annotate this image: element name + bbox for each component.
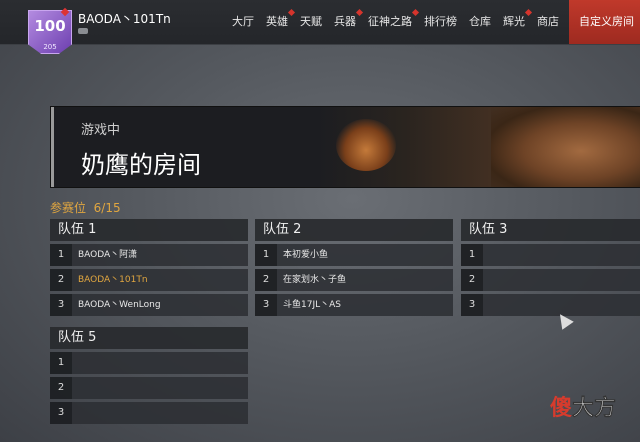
nav-label: 商店 <box>537 15 559 28</box>
slot-number: 1 <box>50 352 72 374</box>
watermark: 傻大方 <box>550 390 616 422</box>
team-slot[interactable]: 2 <box>50 377 248 399</box>
nav-label: 辉光 <box>503 15 525 28</box>
team-slot[interactable]: 2 BAODA丶101Tn <box>50 269 248 291</box>
player-level-badge[interactable]: 100 205 <box>28 10 72 54</box>
player-status-icons <box>78 28 88 34</box>
player-name: 斗鱼17JL丶AS <box>283 300 341 310</box>
team-slot[interactable]: 2 在家划水丶子鱼 <box>255 269 453 291</box>
slot-number: 3 <box>461 294 483 316</box>
team-slot[interactable]: 1 <box>50 352 248 374</box>
player-name-self: BAODA丶101Tn <box>78 275 148 285</box>
team-1-panel: 队伍 1 1 BAODA丶阿潇 2 BAODA丶101Tn 3 BAODA丶We… <box>50 219 248 319</box>
player-name: 本初爱小鱼 <box>283 250 329 260</box>
nav-storage[interactable]: 仓库 <box>463 0 497 44</box>
player-name: 在家划水丶子鱼 <box>283 275 347 285</box>
banner-accent <box>51 107 54 187</box>
nav-label: 征神之路 <box>368 15 412 28</box>
watermark-part1: 傻 <box>550 396 573 421</box>
nav-label: 排行榜 <box>424 15 457 28</box>
nav-label: 自定义房间 <box>579 15 634 28</box>
nav-label: 仓库 <box>469 15 491 28</box>
nav-label: 大厅 <box>232 15 254 28</box>
slot-count: 参赛位 6/15 <box>50 199 121 216</box>
slot-number: 1 <box>50 244 72 266</box>
player-level: 100 <box>34 17 66 35</box>
nav-heroes[interactable]: 英雄 <box>260 0 296 44</box>
team-slot[interactable]: 1 <box>461 244 640 266</box>
nav-label: 兵器 <box>334 15 356 28</box>
top-bar: 100 205 BAODA丶101Tn 大厅 英雄 天赋 兵器 征神之路 排行榜… <box>0 0 640 54</box>
team-slot[interactable]: 3 <box>50 402 248 424</box>
status-icon <box>78 28 88 34</box>
slot-number: 3 <box>50 402 72 424</box>
team-slot[interactable]: 1 BAODA丶阿潇 <box>50 244 248 266</box>
team-slot[interactable]: 3 <box>461 294 640 316</box>
player-name: BAODA丶阿潇 <box>78 250 138 260</box>
nav-custom-room[interactable]: 自定义房间 <box>569 0 640 44</box>
team-5-panel: 队伍 5 1 2 3 <box>50 327 248 427</box>
nav-label: 英雄 <box>266 15 288 28</box>
team-2-panel: 队伍 2 1 本初爱小鱼 2 在家划水丶子鱼 3 斗鱼17JL丶AS <box>255 219 453 319</box>
room-status: 游戏中 <box>81 123 121 138</box>
main-nav: 大厅 英雄 天赋 兵器 征神之路 排行榜 仓库 辉光 商店 自定义房间 <box>226 0 640 44</box>
team-header[interactable]: 队伍 5 <box>50 327 248 349</box>
slot-number: 2 <box>255 269 277 291</box>
team-slot[interactable]: 3 BAODA丶WenLong <box>50 294 248 316</box>
statue-artwork <box>491 107 640 187</box>
player-sub-level: 205 <box>43 43 57 51</box>
nav-shop[interactable]: 商店 <box>531 0 565 44</box>
slot-number: 1 <box>255 244 277 266</box>
nav-glow[interactable]: 辉光 <box>497 0 533 44</box>
slot-number: 2 <box>50 377 72 399</box>
team-header[interactable]: 队伍 3 <box>461 219 640 241</box>
room-banner: 游戏中 奶鹰的房间 <box>50 106 640 188</box>
slot-number: 1 <box>461 244 483 266</box>
watermark-part2: 大方 <box>572 396 617 422</box>
slot-number: 3 <box>255 294 277 316</box>
team-3-panel: 队伍 3 1 2 3 <box>461 219 640 319</box>
team-slot[interactable]: 2 <box>461 269 640 291</box>
nav-leaderboard[interactable]: 排行榜 <box>418 0 463 44</box>
slot-count-label: 参赛位 <box>50 201 87 215</box>
slot-number: 2 <box>50 269 72 291</box>
nav-weapons[interactable]: 兵器 <box>328 0 364 44</box>
team-header[interactable]: 队伍 2 <box>255 219 453 241</box>
player-name: BAODA丶WenLong <box>78 300 161 310</box>
nav-talents[interactable]: 天赋 <box>294 0 328 44</box>
team-slot[interactable]: 3 斗鱼17JL丶AS <box>255 294 453 316</box>
lotus-artwork-icon <box>336 119 396 171</box>
team-slot[interactable]: 1 本初爱小鱼 <box>255 244 453 266</box>
slot-count-value: 6/15 <box>93 201 121 215</box>
slot-number: 3 <box>50 294 72 316</box>
team-header[interactable]: 队伍 1 <box>50 219 248 241</box>
nav-lobby[interactable]: 大厅 <box>226 0 260 44</box>
room-title: 奶鹰的房间 <box>81 151 201 179</box>
player-name: BAODA丶101Tn <box>78 12 171 26</box>
nav-path[interactable]: 征神之路 <box>362 0 420 44</box>
slot-number: 2 <box>461 269 483 291</box>
nav-label: 天赋 <box>300 15 322 28</box>
